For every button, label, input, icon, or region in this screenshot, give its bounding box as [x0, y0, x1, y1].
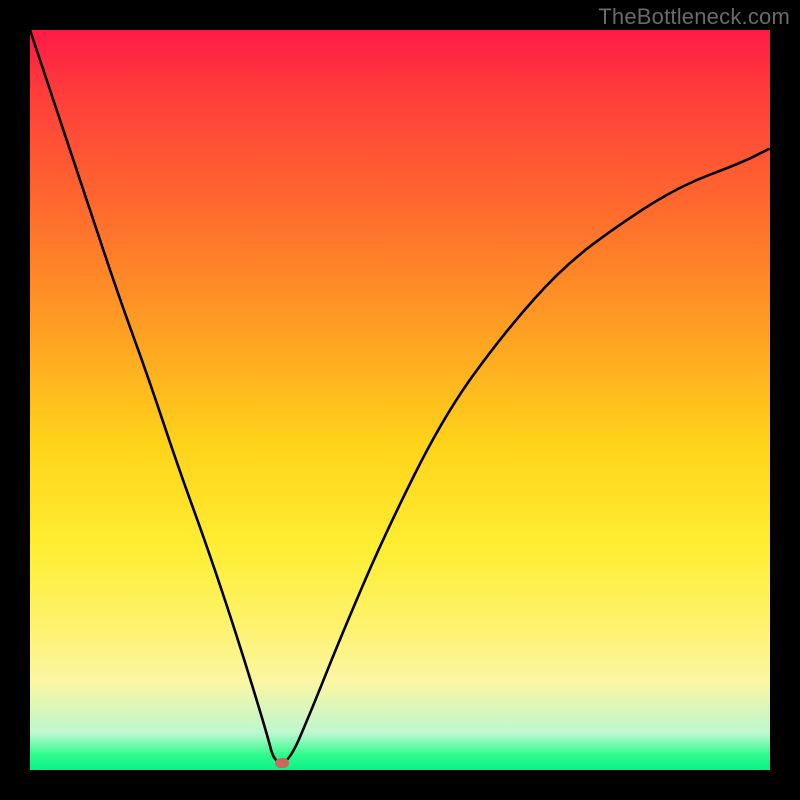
- curve-line: [30, 30, 770, 763]
- bottleneck-curve: [30, 30, 770, 770]
- minimum-marker: [275, 758, 289, 768]
- plot-area: [30, 30, 770, 770]
- watermark-text: TheBottleneck.com: [598, 4, 790, 30]
- chart-stage: TheBottleneck.com: [0, 0, 800, 800]
